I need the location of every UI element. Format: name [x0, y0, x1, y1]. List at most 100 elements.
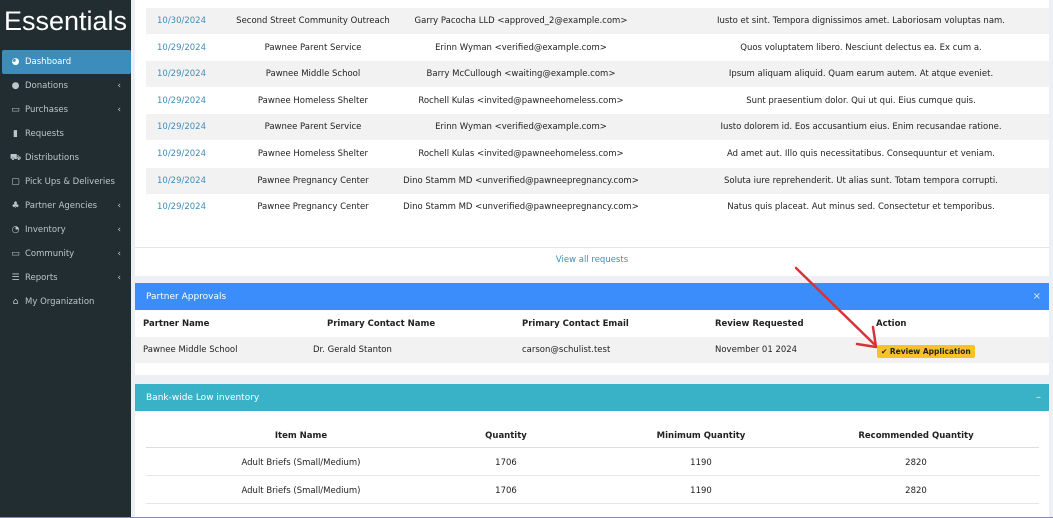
- comment-cell: Iusto dolorem id. Eos accusantium eius. …: [720, 122, 1002, 133]
- column-header: Primary Contact Email: [522, 319, 629, 329]
- requests-panel: 10/30/2024 Second Street Community Outrea…: [135, 0, 1049, 276]
- sidebar: Essentials ◕ Dashboard ● Donations ‹ ▭ Purchas…: [0, 0, 131, 518]
- item-quantity: 1706: [495, 485, 517, 496]
- request-date-link[interactable]: 10/29/2024: [157, 149, 206, 159]
- sidebar-item-label: My Organization: [25, 297, 95, 307]
- comment-cell: Sunt praesentium dolor. Qui ut qui. Eius…: [746, 95, 976, 106]
- contact-cell: Dino Stamm MD <unverified@pawneepregnanc…: [403, 202, 639, 213]
- request-date-link[interactable]: 10/29/2024: [157, 122, 206, 132]
- comment-cell: Ipsum aliquam aliquid. Quam earum autem.…: [728, 69, 994, 80]
- comment-cell: Natus quis placeat. Aut minus sed. Conse…: [727, 202, 995, 213]
- sidebar-item-label: Pick Ups & Deliveries: [25, 177, 115, 187]
- contact-cell: Erinn Wyman <verified@example.com>: [435, 42, 607, 53]
- comment-cell: Soluta iure reprehenderit. Ut alias sunt…: [724, 175, 998, 186]
- partner-name: Pawnee Middle School: [143, 345, 238, 355]
- table-row: Adult Briefs (Small/Medium) 1706 1190 2820: [146, 477, 1039, 504]
- sidebar-item-label: Distributions: [25, 153, 80, 163]
- table-row: Pawnee Middle School Dr. Gerald Stanton …: [135, 337, 1049, 363]
- users-icon: ♣: [11, 201, 20, 211]
- sidebar-item-pick-ups-deliveries[interactable]: ▢ Pick Ups & Deliveries: [0, 170, 131, 194]
- dashboard-icon: ◕: [11, 57, 20, 67]
- chevron-left-icon: ‹: [117, 105, 121, 115]
- list-icon: ☰: [11, 273, 20, 283]
- comment-cell: Iusto et sint. Tempora dignissimos amet.…: [716, 16, 1006, 26]
- sidebar-item-label: Requests: [25, 129, 64, 139]
- close-icon[interactable]: ×: [1033, 291, 1041, 302]
- column-header: Quantity: [485, 431, 527, 441]
- sidebar-item-community[interactable]: ▭ Community ‹: [0, 242, 131, 266]
- sidebar-item-dashboard[interactable]: ◕ Dashboard: [2, 50, 131, 74]
- table-row: 10/29/2024 Pawnee Parent Service Erinn Wym…: [146, 35, 1049, 61]
- sidebar-item-my-organization[interactable]: ⌂ My Organization: [0, 290, 131, 314]
- partner-approvals-title: Partner Approvals: [146, 291, 227, 302]
- minimize-icon[interactable]: –: [1036, 392, 1041, 403]
- chevron-left-icon: ‹: [117, 81, 121, 91]
- comment-cell: Quos voluptatem libero. Nesciunt delectu…: [740, 42, 982, 53]
- table-row: 10/29/2024 Pawnee Parent Service Erinn Wym…: [146, 114, 1049, 141]
- contact-name: Dr. Gerald Stanton: [313, 345, 392, 355]
- partner-approvals-header: Partner Approvals ×: [135, 283, 1049, 310]
- cart-icon: ⛟: [9, 152, 22, 163]
- contact-cell: Dino Stamm MD <unverified@pawneepregnanc…: [403, 175, 639, 186]
- column-header: Action: [876, 319, 907, 329]
- request-date-link[interactable]: 10/30/2024: [157, 16, 206, 26]
- inventory-column-headers: Item Name Quantity Minimum Quantity Reco…: [146, 422, 1039, 448]
- sidebar-item-distributions[interactable]: ⛟ Distributions: [0, 146, 131, 170]
- purchases-icon: ▭: [11, 105, 20, 115]
- low-inventory-header: Bank-wide Low inventory –: [135, 384, 1049, 411]
- contact-cell: Barry McCullough <waiting@example.com>: [426, 69, 616, 80]
- sidebar-item-requests[interactable]: ▮ Requests: [0, 122, 131, 146]
- request-date-link[interactable]: 10/29/2024: [157, 96, 206, 106]
- calendar-icon: ▢: [11, 177, 20, 187]
- sidebar-item-label: Community: [25, 249, 75, 259]
- contact-cell: Erinn Wyman <verified@example.com>: [435, 122, 607, 133]
- sidebar-item-label: Partner Agencies: [25, 201, 98, 211]
- sidebar-item-inventory[interactable]: ◔ Inventory ‹: [0, 218, 131, 242]
- item-quantity: 1706: [495, 458, 517, 468]
- column-header: Review Requested: [715, 319, 804, 329]
- divider: [135, 247, 1049, 248]
- sidebar-item-label: Purchases: [25, 105, 69, 115]
- sidebar-item-donations[interactable]: ● Donations ‹: [0, 74, 131, 98]
- sidebar-item-label: Donations: [25, 81, 69, 91]
- request-date-link[interactable]: 10/29/2024: [157, 43, 206, 53]
- table-row: 10/29/2024 Pawnee Pregnancy Center Dino St…: [146, 167, 1049, 194]
- request-date-link[interactable]: 10/29/2024: [157, 202, 206, 212]
- donations-icon: ●: [11, 81, 20, 91]
- comment-cell: Ad amet aut. Illo quis necessitatibus. C…: [727, 149, 995, 159]
- app-logo[interactable]: Essentials: [0, 0, 131, 48]
- item-name: Adult Briefs (Small/Medium): [241, 458, 361, 468]
- request-date-link[interactable]: 10/29/2024: [157, 69, 206, 79]
- requests-icon: ▮: [13, 129, 18, 139]
- item-name: Adult Briefs (Small/Medium): [241, 485, 361, 496]
- sidebar-item-label: Reports: [25, 273, 58, 283]
- table-row: 10/30/2024 Second Street Community Outrea…: [146, 8, 1049, 34]
- request-date-link[interactable]: 10/29/2024: [157, 176, 206, 186]
- review-application-button[interactable]: ✔ Review Application: [877, 345, 975, 358]
- table-row: Adult Briefs (Small/Medium) 1706 1190 2820: [146, 449, 1039, 476]
- low-inventory-panel: Bank-wide Low inventory – Item Name Quan…: [135, 384, 1049, 518]
- table-row: 10/29/2024 Pawnee Pregnancy Center Dino St…: [146, 194, 1049, 220]
- chevron-left-icon: ‹: [117, 273, 121, 283]
- item-minimum-quantity: 1190: [690, 458, 712, 468]
- item-recommended-quantity: 2820: [905, 485, 927, 496]
- sidebar-item-partner-agencies[interactable]: ♣ Partner Agencies ‹: [0, 194, 131, 218]
- item-recommended-quantity: 2820: [905, 458, 927, 468]
- sidebar-item-label: Inventory: [25, 225, 66, 235]
- sidebar-item-reports[interactable]: ☰ Reports ‹: [0, 266, 131, 290]
- sidebar-item-purchases[interactable]: ▭ Purchases ‹: [0, 98, 131, 122]
- laptop-icon: ▭: [11, 249, 20, 259]
- view-all-requests-link[interactable]: View all requests: [135, 255, 1049, 265]
- table-row: 10/29/2024 Pawnee Homeless Shelter Rochell…: [146, 88, 1049, 114]
- sidebar-item-label: Dashboard: [25, 57, 72, 67]
- column-header: Primary Contact Name: [327, 319, 436, 329]
- chevron-left-icon: ‹: [117, 225, 121, 235]
- contact-cell: Garry Pacocha LLD <approved_2@example.co…: [414, 16, 628, 26]
- low-inventory-title: Bank-wide Low inventory: [146, 392, 260, 403]
- column-header: Partner Name: [143, 319, 210, 329]
- item-minimum-quantity: 1190: [690, 485, 712, 496]
- home-icon: ⌂: [12, 297, 19, 307]
- main-content: 10/30/2024 Second Street Community Outrea…: [131, 0, 1053, 518]
- approvals-column-headers: Partner Name Primary Contact Name Primar…: [135, 310, 1049, 337]
- column-header: Recommended Quantity: [858, 431, 974, 441]
